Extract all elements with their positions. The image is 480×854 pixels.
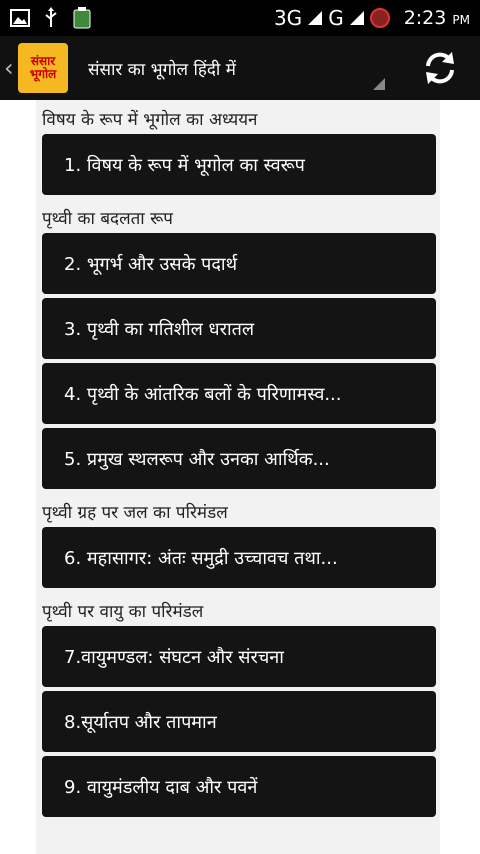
chapter-list[interactable]: विषय के रूप में भूगोल का अध्ययन 1. विषय क… bbox=[36, 100, 440, 854]
cleaner-app-icon bbox=[73, 7, 91, 29]
chapter-item[interactable]: 9. वायुमंडलीय दाब और पवनें bbox=[42, 756, 436, 817]
action-bar: ‹ संसार भूगोल संसार का भूगोल हिंदी में bbox=[0, 36, 480, 100]
refresh-icon[interactable] bbox=[420, 48, 460, 88]
app-logo[interactable]: संसार भूगोल bbox=[18, 43, 68, 93]
section-header: पृथ्वी का बदलता रूप bbox=[42, 209, 173, 229]
alarm-badge-icon bbox=[369, 8, 390, 28]
chapter-item[interactable]: 7.वायुमण्डल: संघटन और संरचना bbox=[42, 626, 436, 687]
gallery-icon bbox=[10, 9, 30, 27]
chapter-item[interactable]: 6. महासागर: अंतः समुद्री उच्चावच तथा... bbox=[42, 527, 436, 588]
section-header: पृथ्वी ग्रह पर जल का परिमंडल bbox=[42, 503, 228, 523]
chapter-item[interactable]: 2. भूगर्भ और उसके पदार्थ bbox=[42, 233, 436, 294]
chapter-item[interactable]: 3. पृथ्वी का गतिशील धरातल bbox=[42, 298, 436, 359]
network-3g-label: 3G bbox=[273, 6, 303, 30]
section-header: पृथ्वी पर वायु का परिमंडल bbox=[42, 602, 204, 622]
dropdown-triangle-icon[interactable] bbox=[373, 78, 385, 90]
chapter-item[interactable]: 1. विषय के रूप में भूगोल का स्वरूप bbox=[42, 134, 436, 195]
chapter-item[interactable]: 5. प्रमुख स्थलरूप और उनका आर्थिक... bbox=[42, 428, 436, 489]
chapter-item[interactable]: 8.सूर्यातप और तापमान bbox=[42, 691, 436, 752]
signal-strength-icon bbox=[308, 11, 323, 25]
signal-strength-icon-2 bbox=[349, 11, 364, 25]
status-bar: 3G G 2:23 PM bbox=[0, 0, 480, 36]
back-chevron-icon[interactable]: ‹ bbox=[4, 54, 14, 82]
clock: 2:23 PM bbox=[403, 7, 470, 29]
network-g-label: G bbox=[328, 6, 344, 30]
section-header: विषय के रूप में भूगोल का अध्ययन bbox=[42, 110, 258, 130]
app-title: संसार का भूगोल हिंदी में bbox=[88, 59, 236, 80]
usb-icon bbox=[45, 7, 57, 27]
chapter-item[interactable]: 4. पृथ्वी के आंतरिक बलों के परिणामस्व... bbox=[42, 363, 436, 424]
